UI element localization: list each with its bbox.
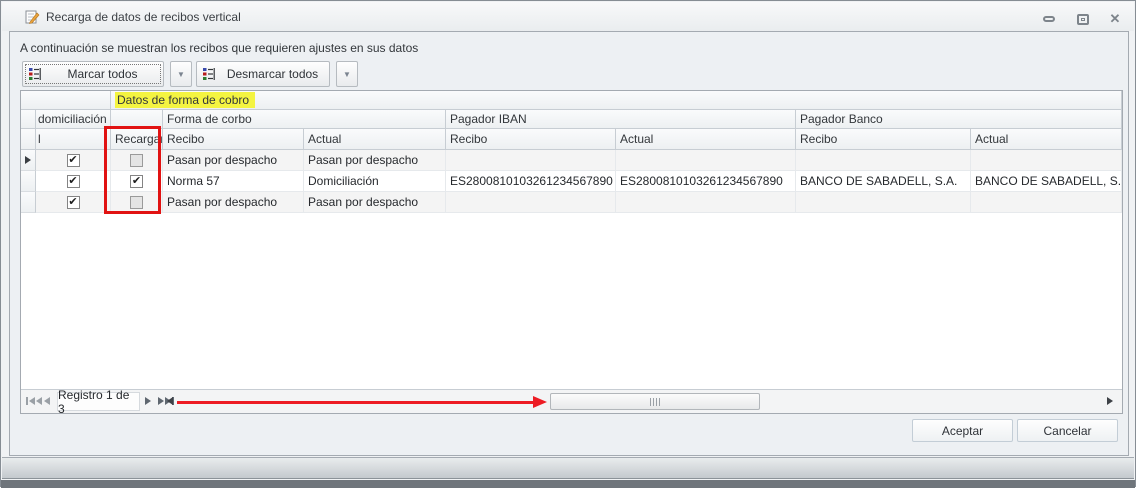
- first-record-button[interactable]: [26, 397, 42, 405]
- marcar-todos-splitbutton: Marcar todos ▼: [22, 61, 192, 87]
- domiciliacion-checkbox-cell[interactable]: ✔: [36, 171, 111, 192]
- cell-banco-recibo[interactable]: [796, 150, 971, 171]
- header-iban-actual[interactable]: Actual: [616, 129, 796, 150]
- band-row-top: Datos de forma de cobro: [21, 91, 1122, 110]
- minimize-icon: [1043, 16, 1055, 22]
- cell-fdc-recibo[interactable]: Pasan por despacho: [163, 150, 304, 171]
- header-banco-actual[interactable]: Actual: [971, 129, 1122, 150]
- header-indicator: [21, 129, 36, 150]
- cell-iban-recibo[interactable]: [446, 192, 616, 213]
- minimize-button[interactable]: [1038, 11, 1060, 27]
- dialog-window: Recarga de datos de recibos vertical ✕ A…: [0, 0, 1136, 487]
- row-indicator-cell: [21, 150, 36, 171]
- current-row-arrow-icon: [25, 156, 31, 164]
- column-header-row: l Recargar Recibo Actual Recibo Actual R…: [21, 129, 1122, 150]
- desmarcar-todos-splitbutton: Desmarcar todos ▼: [196, 61, 358, 87]
- recargar-checkbox[interactable]: ✔: [130, 175, 143, 188]
- header-recargar[interactable]: Recargar: [111, 129, 163, 150]
- domiciliacion-checkbox-cell[interactable]: ✔: [36, 192, 111, 213]
- checklist-icon: [202, 67, 216, 81]
- band-forma-de-corbo[interactable]: Forma de corbo: [163, 110, 446, 129]
- row-indicator-cell: [21, 171, 36, 192]
- aceptar-button[interactable]: Aceptar: [912, 419, 1013, 442]
- band-recargar-empty: [111, 110, 163, 129]
- cell-iban-recibo[interactable]: ES2800810103261234567890: [446, 171, 616, 192]
- desmarcar-todos-label: Desmarcar todos: [216, 67, 329, 81]
- content-panel: A continuación se muestran los recibos q…: [9, 31, 1129, 456]
- table-row: ✔ Pasan por despacho Pasan por despacho: [21, 150, 1122, 171]
- band-datos-forma-cobro[interactable]: Datos de forma de cobro: [111, 91, 1122, 110]
- cell-iban-actual[interactable]: ES2800810103261234567890: [616, 171, 796, 192]
- band-indicator: [21, 110, 36, 129]
- cell-banco-recibo[interactable]: [796, 192, 971, 213]
- desmarcar-todos-dropdown[interactable]: ▼: [336, 61, 358, 87]
- intro-label: A continuación se muestran los recibos q…: [20, 41, 418, 55]
- next-record-button[interactable]: [145, 397, 151, 405]
- recargar-checkbox[interactable]: [130, 154, 143, 167]
- window-title: Recarga de datos de recibos vertical: [46, 10, 241, 24]
- row-indicator-cell: [21, 192, 36, 213]
- chevron-down-icon: ▼: [343, 70, 351, 79]
- marcar-todos-label: Marcar todos: [42, 67, 163, 81]
- band-datos-forma-cobro-label: Datos de forma de cobro: [115, 92, 255, 108]
- cell-banco-actual[interactable]: [971, 192, 1122, 213]
- cell-banco-actual[interactable]: [971, 150, 1122, 171]
- close-button[interactable]: ✕: [1104, 11, 1126, 27]
- close-icon: ✕: [1110, 11, 1121, 27]
- horizontal-scrollbar-thumb[interactable]: [550, 393, 760, 410]
- cell-fdc-actual[interactable]: Domiciliación: [304, 171, 446, 192]
- domiciliacion-checkbox[interactable]: ✔: [67, 196, 80, 209]
- cell-banco-actual[interactable]: BANCO DE SABADELL, S.A.: [971, 171, 1122, 192]
- band-pagador-iban[interactable]: Pagador IBAN: [446, 110, 796, 129]
- recargar-checkbox-cell[interactable]: [111, 192, 163, 213]
- cancelar-button[interactable]: Cancelar: [1017, 419, 1118, 442]
- band-row-groups: domiciliación Forma de corbo Pagador IBA…: [21, 110, 1122, 129]
- cell-fdc-recibo[interactable]: Norma 57: [163, 171, 304, 192]
- cell-iban-actual[interactable]: [616, 150, 796, 171]
- chevron-down-icon: ▼: [177, 70, 185, 79]
- header-fdc-recibo[interactable]: Recibo: [163, 129, 304, 150]
- table-row: ✔ ✔ Norma 57 Domiciliación ES28008101032…: [21, 171, 1122, 192]
- header-fdc-actual[interactable]: Actual: [304, 129, 446, 150]
- table-row: ✔ Pasan por despacho Pasan por despacho: [21, 192, 1122, 213]
- maximize-button[interactable]: [1072, 11, 1094, 27]
- band-pagador-banco[interactable]: Pagador Banco: [796, 110, 1122, 129]
- cell-iban-actual[interactable]: [616, 192, 796, 213]
- checklist-icon: [28, 67, 42, 81]
- domiciliacion-checkbox[interactable]: ✔: [67, 154, 80, 167]
- scroll-left-arrow[interactable]: [167, 397, 173, 405]
- header-iban-recibo[interactable]: Recibo: [446, 129, 616, 150]
- cell-fdc-actual[interactable]: Pasan por despacho: [304, 150, 446, 171]
- domiciliacion-checkbox[interactable]: ✔: [67, 175, 80, 188]
- cell-fdc-recibo[interactable]: Pasan por despacho: [163, 192, 304, 213]
- desmarcar-todos-button[interactable]: Desmarcar todos: [196, 61, 330, 87]
- recargar-checkbox-cell[interactable]: [111, 150, 163, 171]
- band-empty: [21, 91, 111, 110]
- header-partial[interactable]: l: [36, 129, 111, 150]
- marcar-todos-dropdown[interactable]: ▼: [170, 61, 192, 87]
- record-counter: Registro 1 de 3: [57, 392, 140, 411]
- scroll-right-arrow[interactable]: [1107, 397, 1113, 405]
- edit-note-icon: [24, 9, 40, 25]
- header-banco-recibo[interactable]: Recibo: [796, 129, 971, 150]
- band-domiciliacion[interactable]: domiciliación: [36, 110, 111, 129]
- recargar-checkbox[interactable]: [130, 196, 143, 209]
- title-bar: Recarga de datos de recibos vertical ✕: [2, 2, 1134, 31]
- domiciliacion-checkbox-cell[interactable]: ✔: [36, 150, 111, 171]
- grid-empty-area: [21, 213, 1122, 389]
- cell-banco-recibo[interactable]: BANCO DE SABADELL, S.A.: [796, 171, 971, 192]
- cell-fdc-actual[interactable]: Pasan por despacho: [304, 192, 446, 213]
- data-grid: Datos de forma de cobro domiciliación Fo…: [20, 90, 1123, 414]
- recargar-checkbox-cell[interactable]: ✔: [111, 171, 163, 192]
- grid-bottom-bar: Registro 1 de 3: [21, 389, 1122, 413]
- status-strip: [2, 457, 1134, 479]
- cell-iban-recibo[interactable]: [446, 150, 616, 171]
- maximize-icon: [1077, 14, 1089, 25]
- marcar-todos-button[interactable]: Marcar todos: [22, 61, 164, 87]
- previous-record-button[interactable]: [44, 397, 50, 405]
